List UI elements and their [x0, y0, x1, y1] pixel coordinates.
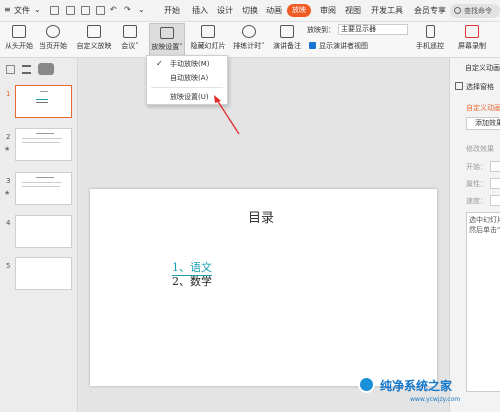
save-icon[interactable] — [50, 6, 59, 15]
hide-slide-button[interactable]: 隐藏幻灯片 — [188, 25, 228, 55]
slide-thumbnail-4[interactable] — [15, 215, 72, 248]
presenter-view-label: 显示演讲者视图 — [319, 42, 368, 50]
tab-review[interactable]: 审阅 — [320, 5, 336, 16]
slide-title[interactable]: 目录 — [248, 207, 274, 226]
speaker-notes-button[interactable]: 演讲备注 — [270, 25, 304, 55]
slide-thumbnail-3[interactable] — [15, 172, 72, 205]
select-pane-icon — [455, 82, 463, 90]
current-slide[interactable]: 目录 1、语文 2、数学 — [90, 189, 437, 386]
redo-icon[interactable]: ↷ — [124, 5, 131, 14]
section-title: 自定义动画 — [466, 104, 500, 112]
meeting-button[interactable]: 会议˅ — [116, 25, 144, 55]
watermark-brand: 纯净系统之家 — [380, 379, 453, 393]
export-icon[interactable] — [66, 6, 75, 15]
collapse-panel-icon[interactable] — [6, 65, 15, 74]
slideshow-settings-button[interactable]: 放映设置˅ — [149, 23, 185, 56]
preview-icon[interactable] — [96, 6, 105, 15]
custom-show-icon — [87, 25, 101, 38]
tab-animation[interactable]: 动画 — [266, 5, 282, 16]
tab-insert[interactable]: 插入 — [192, 5, 208, 16]
settings-screen-icon — [160, 27, 174, 39]
search-input[interactable]: 查找命令 — [464, 6, 492, 16]
annotation-arrow — [214, 95, 240, 135]
panel-title: 自定义动画 — [465, 64, 500, 72]
menu-bar: ≡ 文件 ⌄ ↶ ↷ ⌄ 开始 插入 设计 切换 动画 放映 审阅 视图 开发工… — [0, 0, 500, 22]
monitor-select[interactable]: 主要显示器 — [338, 24, 408, 35]
meeting-icon — [123, 25, 137, 38]
watermark-url: www.ycwjzy.com — [410, 396, 461, 403]
slide-number: 5 — [6, 262, 11, 270]
play-to-label: 放映到： — [307, 26, 335, 34]
print-icon[interactable] — [81, 6, 90, 15]
outline-view-icon[interactable] — [22, 65, 31, 74]
empty-hint: 选中幻灯片的元素，然后单击"添加效果" — [469, 216, 500, 234]
modify-effect-label: 修改效果 — [466, 145, 494, 153]
menu-divider — [151, 87, 223, 88]
screen-record-button[interactable]: 屏幕录制 — [455, 25, 489, 55]
animation-star-icon: ★ — [4, 145, 11, 153]
more-icon[interactable]: ⌄ — [138, 5, 145, 14]
property-label: 属性： — [466, 180, 487, 188]
toc-item-2[interactable]: 2、数学 — [172, 273, 212, 289]
animation-list[interactable]: 选中幻灯片的元素，然后单击"添加效果" — [466, 212, 500, 392]
from-start-button[interactable]: 从头开始 — [2, 25, 36, 55]
clock-icon — [242, 25, 256, 38]
start-label: 开始： — [466, 163, 487, 171]
record-icon — [465, 25, 479, 38]
play-icon — [12, 25, 26, 38]
tab-member[interactable]: 会员专享 — [414, 5, 446, 16]
hide-slide-icon — [201, 25, 215, 38]
slide-number: 4 — [6, 219, 11, 227]
rehearse-timing-button[interactable]: 排练计时˅ — [230, 25, 268, 55]
custom-show-button[interactable]: 自定义放映 — [76, 25, 112, 55]
notes-icon — [280, 25, 294, 38]
tab-slideshow[interactable]: 放映 — [287, 4, 311, 17]
search-icon — [454, 7, 461, 14]
tab-developer[interactable]: 开发工具 — [371, 5, 403, 16]
animation-star-icon: ★ — [4, 189, 11, 197]
file-menu[interactable]: 文件 — [14, 5, 30, 16]
search-box[interactable]: 查找命令 — [450, 4, 500, 18]
select-pane-button[interactable]: 选择窗格 — [466, 82, 494, 92]
presenter-view-checkbox[interactable] — [309, 42, 316, 49]
slide-number: 2 — [6, 133, 11, 141]
play-current-icon — [46, 25, 60, 38]
tab-view[interactable]: 视图 — [345, 5, 361, 16]
watermark-logo — [358, 376, 375, 393]
speed-label: 速度： — [466, 197, 487, 205]
phone-remote-button[interactable]: 手机遥控 — [414, 25, 446, 55]
tab-design[interactable]: 设计 — [217, 5, 233, 16]
slide-thumbnail-1[interactable] — [15, 85, 72, 118]
tab-home[interactable]: 开始 — [164, 5, 180, 16]
undo-icon[interactable]: ↶ — [110, 5, 117, 14]
slide-number: 3 — [6, 177, 11, 185]
slide-thumbnail-5[interactable] — [15, 257, 72, 290]
chevron-down-icon[interactable]: ⌄ — [34, 5, 41, 14]
slide-number: 1 — [6, 90, 11, 98]
slide-thumbnail-2[interactable] — [15, 128, 72, 161]
speed-select[interactable] — [490, 195, 500, 206]
property-select[interactable] — [490, 178, 500, 189]
add-effect-button[interactable]: 添加效果 — [466, 117, 500, 130]
thumbnail-view-icon[interactable] — [38, 63, 54, 75]
slide-thumbnail-panel: 1 2 ★ 3 ★ 4 5 — [0, 58, 78, 412]
from-current-button[interactable]: 当页开始 — [36, 25, 70, 55]
auto-show-item[interactable]: 自动放映(A) — [147, 71, 227, 85]
start-select[interactable] — [490, 161, 500, 172]
ribbon: 从头开始 当页开始 自定义放映 会议˅ 放映设置˅ 隐藏幻灯片 排练计时˅ 演讲… — [0, 22, 500, 58]
manual-show-item[interactable]: 手动放映(M) — [147, 57, 227, 71]
hamburger-icon[interactable]: ≡ — [4, 5, 11, 14]
custom-animation-panel: 自定义动画 选择窗格 自定义动画 添加效果 修改效果 开始： 属性： 速度： 选… — [449, 58, 500, 412]
tab-transition[interactable]: 切换 — [242, 5, 258, 16]
phone-icon — [425, 25, 435, 38]
